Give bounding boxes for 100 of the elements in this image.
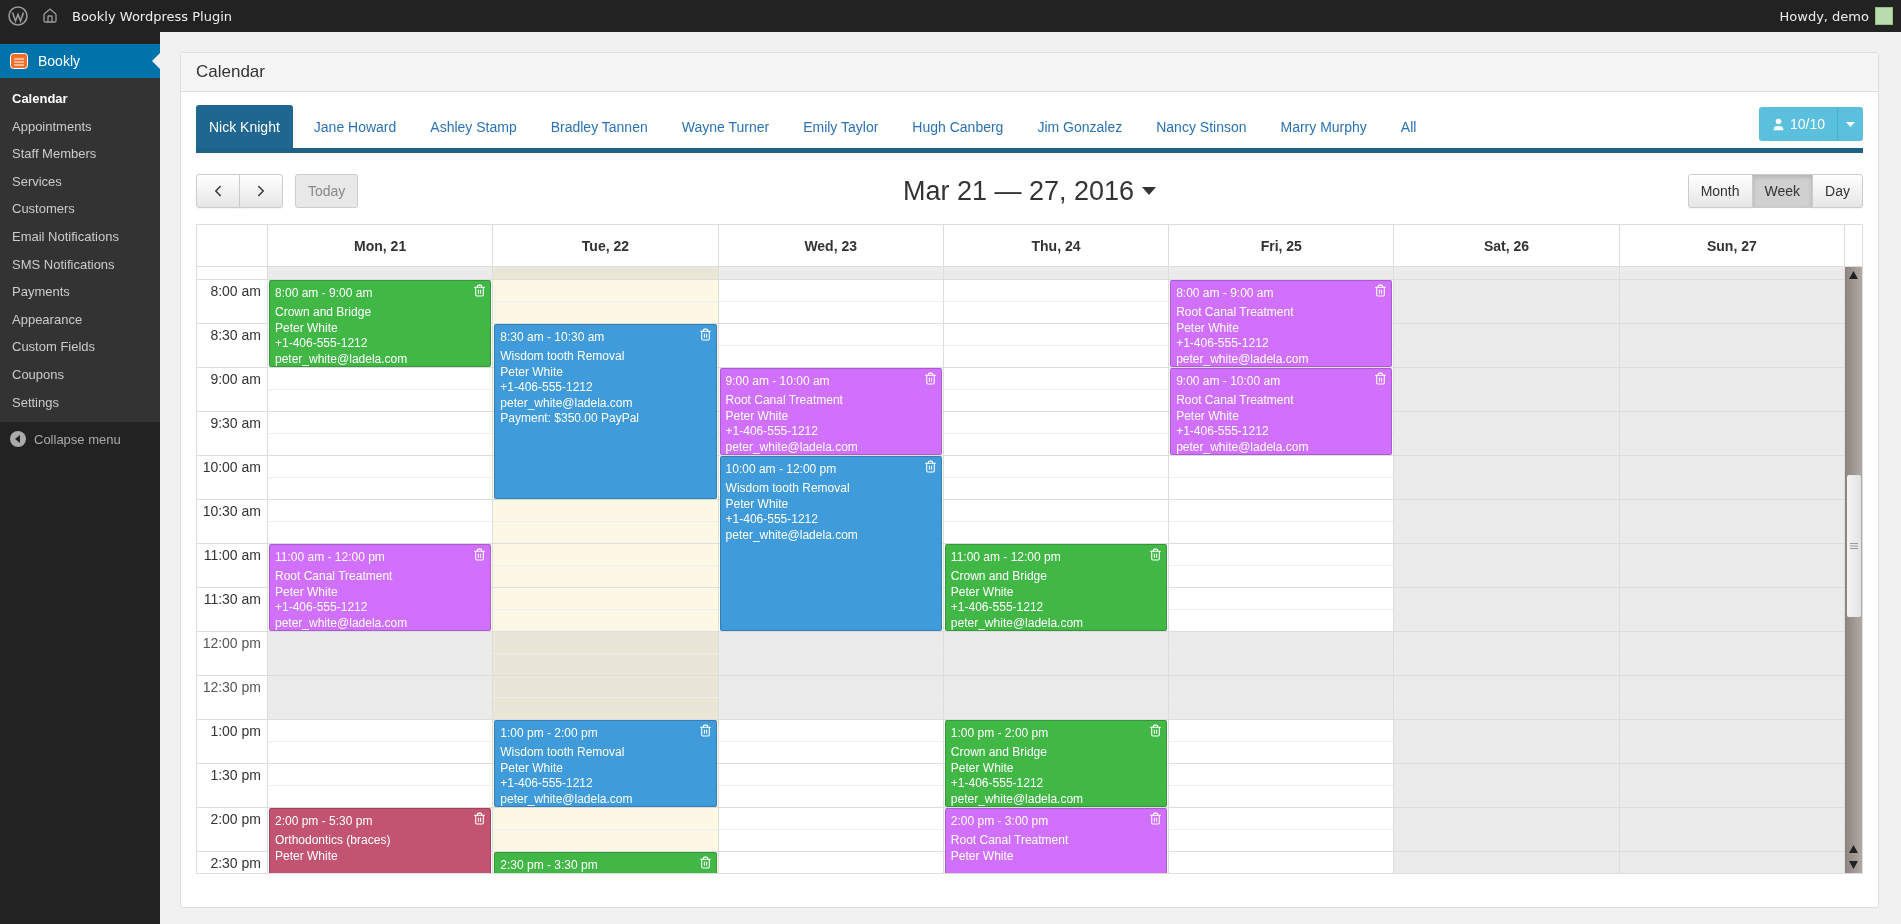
appointment-time: 2:00 pm - 3:00 pm (950, 813, 1049, 829)
delete-button[interactable] (473, 548, 487, 562)
service-name: Crown and Bridge (275, 305, 373, 321)
submenu-item[interactable]: Appointments (0, 112, 160, 141)
submenu-item[interactable]: Email Notifications (0, 222, 160, 251)
time-label: 12:00 pm (202, 635, 261, 651)
customer-email: peter_white@ladela.com (725, 439, 859, 454)
customer-phone: +1-406-555-1212 (1176, 336, 1270, 352)
customer-email: peter_white@ladela.com (1176, 439, 1310, 454)
customer-phone: +1-406-555-1212 (500, 776, 594, 792)
time-label: 1:00 pm (210, 723, 261, 739)
submenu-item[interactable]: SMS Notifications (0, 250, 160, 279)
customer-name: Peter White (500, 760, 564, 776)
service-name: Crown and Bridge (950, 569, 1048, 585)
scroll-up-icon[interactable] (1849, 271, 1858, 279)
logo-icon[interactable] (8, 6, 28, 26)
user-greeting[interactable]: Howdy, demo (1779, 8, 1869, 24)
list-icon (10, 53, 28, 69)
appointment-card[interactable]: 9:00 am - 10:00 am Root Canal Treatment Peter White +1-406-555-1212 peter_white@ladela.com (1170, 368, 1393, 455)
service-name: Crown and Bridge (950, 745, 1048, 761)
delete-button[interactable] (473, 284, 487, 298)
submenu-item[interactable]: Calendar (0, 85, 160, 113)
next-button[interactable] (239, 174, 283, 208)
delete-button[interactable] (923, 372, 937, 386)
previous-button[interactable] (196, 174, 240, 208)
customer-name: Peter White (275, 848, 339, 864)
appointment-card[interactable]: 8:00 am - 9:00 am Root Canal Treatment Peter White +1-406-555-1212 peter_white@ladela.com (1170, 280, 1393, 367)
appointment-card[interactable]: 1:00 pm - 2:00 pm Wisdom tooth Removal Peter White +1-406-555-1212 peter_white@ladela.com (494, 720, 717, 807)
appointment-time: 11:00 am - 12:00 pm (275, 549, 385, 565)
staff-tab[interactable]: All (1387, 105, 1430, 148)
staff-tab[interactable]: Nick Knight (196, 105, 293, 148)
view-button[interactable]: Week (1751, 174, 1814, 208)
panel-title: Calendar (196, 62, 265, 82)
staff-tab[interactable]: Jane Howard (300, 105, 410, 148)
delete-button[interactable] (698, 724, 712, 738)
day-header: Sun, 27 (1618, 225, 1844, 266)
submenu-item[interactable]: Staff Members (0, 140, 160, 168)
dropdown-toggle[interactable] (1837, 107, 1863, 141)
appointment-card[interactable]: 8:30 am - 10:30 am Wisdom tooth Removal Peter White +1-406-555-1212 peter_white@ladela.com Payment: $350.00 PayPal (494, 324, 717, 499)
collapse-menu-link[interactable]: Collapse menu (0, 422, 160, 448)
appointment-card[interactable]: 10:00 am - 12:00 pm Wisdom tooth Removal Peter White +1-406-555-1212 peter_white@ladela.com (719, 456, 942, 631)
day-header: Mon, 21 (267, 225, 493, 266)
submenu-item[interactable]: Payments (0, 278, 160, 306)
service-name: Root Canal Treatment (725, 393, 844, 409)
customer-name: Peter White (950, 848, 1015, 864)
time-label: 2:30 pm (210, 855, 261, 871)
customer-email: peter_white@ladela.com (275, 351, 409, 366)
scrollbar[interactable] (1844, 267, 1862, 873)
date-range-title[interactable]: Mar 21 — 27, 2016 (902, 175, 1157, 207)
site-title[interactable]: Bookly Wordpress Plugin (72, 8, 232, 24)
service-name: Wisdom tooth Removal (500, 745, 626, 761)
view-button[interactable]: Day (1812, 174, 1863, 208)
scrollbar-thumb[interactable] (1847, 475, 1861, 617)
appointment-card[interactable]: 2:00 pm - 3:00 pm Root Canal Treatment Peter White (944, 808, 1168, 873)
staff-tab[interactable]: Emily Taylor (790, 105, 892, 148)
collapse-icon (10, 431, 26, 448)
payment-info: Payment: $350.00 PayPal (500, 411, 641, 427)
service-name: Root Canal Treatment (1176, 393, 1295, 409)
delete-button[interactable] (1149, 548, 1163, 562)
view-button[interactable]: Month (1687, 174, 1753, 208)
appointment-time: 1:00 pm - 2:00 pm (500, 725, 598, 741)
submenu-item[interactable]: Services (0, 167, 160, 196)
delete-button[interactable] (923, 460, 937, 474)
staff-tab[interactable]: Nancy Stinson (1143, 105, 1260, 148)
home-icon[interactable] (42, 8, 58, 24)
service-name: Wisdom tooth Removal (500, 349, 626, 365)
staff-tab[interactable]: Hugh Canberg (899, 105, 1017, 148)
staff-tab[interactable]: Bradley Tannen (537, 105, 661, 148)
staff-tab[interactable]: Marry Murphy (1267, 105, 1380, 148)
time-label: 11:30 am (203, 591, 261, 607)
customer-phone: +1-406-555-1212 (500, 380, 594, 396)
delete-button[interactable] (698, 856, 712, 870)
scroll-up-icon[interactable] (1849, 845, 1858, 853)
time-label: 11:00 am (203, 547, 261, 563)
appointment-card[interactable]: 9:00 am - 10:00 am Root Canal Treatment Peter White +1-406-555-1212 peter_white@ladela.com (719, 368, 942, 455)
appointment-time: 2:00 pm - 5:30 pm (275, 813, 373, 829)
day-header: Sat, 26 (1393, 225, 1619, 266)
staff-tab[interactable]: Ashley Stamp (417, 105, 530, 148)
avatar[interactable] (1875, 7, 1893, 25)
appointment-card[interactable]: 11:00 am - 12:00 pm Root Canal Treatment Peter White +1-406-555-1212 peter_white@ladela.com (269, 544, 492, 631)
delete-button[interactable] (1149, 812, 1163, 826)
submenu-item[interactable]: Custom Fields (0, 333, 160, 361)
delete-button[interactable] (698, 328, 712, 342)
appointment-card[interactable]: 2:00 pm - 5:30 pm Orthodontics (braces) Peter White (269, 808, 492, 873)
customer-name: Peter White (275, 584, 339, 600)
scroll-down-icon[interactable] (1849, 861, 1858, 869)
customer-phone: +1-406-555-1212 (275, 336, 369, 352)
delete-button[interactable] (1374, 284, 1388, 298)
menu-item[interactable]: Bookly (0, 44, 160, 78)
submenu-item[interactable]: Coupons (0, 360, 160, 389)
delete-button[interactable] (473, 812, 487, 826)
delete-button[interactable] (1374, 372, 1388, 386)
delete-button[interactable] (1149, 724, 1163, 738)
time-label: 1:30 pm (210, 767, 261, 783)
time-label: 8:00 am (210, 283, 261, 299)
staff-tab[interactable]: Jim Gonzalez (1024, 105, 1136, 148)
submenu-item[interactable]: Appearance (0, 305, 160, 334)
submenu-item[interactable]: Customers (0, 195, 160, 223)
staff-tab[interactable]: Wayne Turner (668, 105, 783, 148)
submenu-item[interactable]: Settings (0, 388, 160, 417)
